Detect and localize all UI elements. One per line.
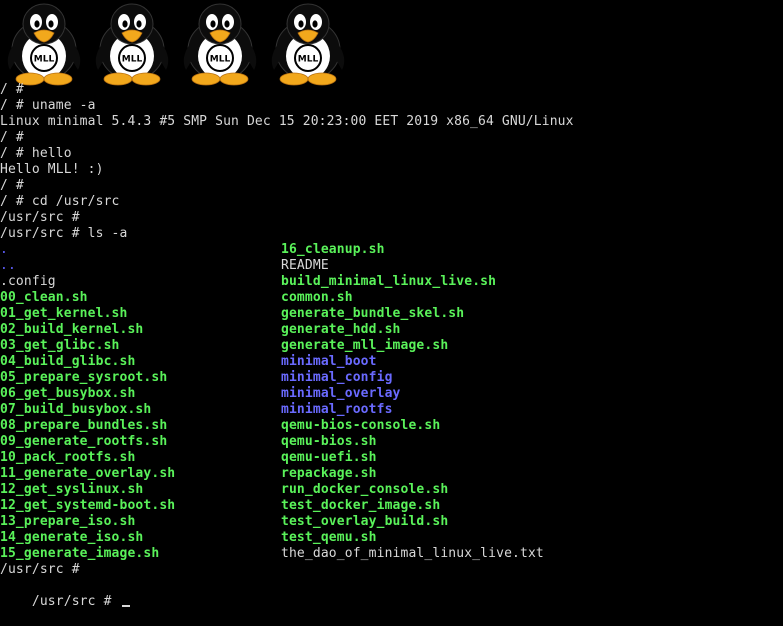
terminal-line: / # — [0, 178, 24, 193]
executable-entry: 11_generate_overlay.sh — [0, 466, 176, 481]
mll-badge-label: MLL — [122, 55, 143, 65]
listing-row: 02_build_kernel.sh generate_hdd.sh — [0, 322, 783, 338]
executable-entry: test_docker_image.sh — [281, 498, 441, 513]
terminal-line: / # — [0, 130, 24, 145]
listing-row: .config build_minimal_linux_live.sh — [0, 274, 783, 290]
executable-entry: qemu-bios-console.sh — [281, 418, 441, 433]
command-history: / # / # uname -a Linux minimal 5.4.3 #5 SM… — [0, 82, 783, 242]
executable-entry: common.sh — [281, 290, 353, 305]
executable-entry: qemu-uefi.sh — [281, 450, 377, 465]
tux-penguin-icon: MLL — [264, 0, 352, 86]
listing-row: 11_generate_overlay.sh repackage.sh — [0, 466, 783, 482]
listing-row: 13_prepare_iso.sh test_overlay_build.sh — [0, 514, 783, 530]
listing-row: 00_clean.sh common.sh — [0, 290, 783, 306]
executable-entry: 01_get_kernel.sh — [0, 306, 128, 321]
executable-entry: 08_prepare_bundles.sh — [0, 418, 168, 433]
terminal-line: / # — [0, 82, 24, 97]
terminal-line: Linux minimal 5.4.3 #5 SMP Sun Dec 15 20… — [0, 114, 574, 129]
listing-row: 04_build_glibc.sh minimal_boot — [0, 354, 783, 370]
terminal-line: / # cd /usr/src — [0, 194, 120, 209]
post-listing-output: /usr/src # — [0, 562, 783, 578]
executable-entry: generate_bundle_skel.sh — [281, 306, 465, 321]
listing-row: 08_prepare_bundles.sh qemu-bios-console.s… — [0, 418, 783, 434]
listing-row: 14_generate_iso.sh test_qemu.sh — [0, 530, 783, 546]
boot-logo-row: MLL MLL MLL MLL — [0, 0, 783, 86]
executable-entry: qemu-bios.sh — [281, 434, 377, 449]
listing-row: 03_get_glibc.sh generate_mll_image.sh — [0, 338, 783, 354]
executable-entry: 06_get_busybox.sh — [0, 386, 136, 401]
file-entry: the_dao_of_minimal_linux_live.txt — [281, 546, 544, 561]
directory-listing: . 16_cleanup.sh.. README .config build_minim… — [0, 242, 783, 562]
directory-entry: minimal_overlay — [281, 386, 401, 401]
directory-entry: minimal_boot — [281, 354, 377, 369]
executable-entry: 00_clean.sh — [0, 290, 88, 305]
executable-entry: 05_prepare_sysroot.sh — [0, 370, 168, 385]
executable-entry: repackage.sh — [281, 466, 377, 481]
executable-entry: 02_build_kernel.sh — [0, 322, 144, 337]
executable-entry: generate_hdd.sh — [281, 322, 401, 337]
mll-badge-label: MLL — [210, 55, 231, 65]
executable-entry: 07_build_busybox.sh — [0, 402, 152, 417]
executable-entry: 15_generate_image.sh — [0, 546, 160, 561]
executable-entry: 12_get_systemd-boot.sh — [0, 498, 176, 513]
executable-entry: 16_cleanup.sh — [281, 242, 385, 257]
listing-row: . 16_cleanup.sh — [0, 242, 783, 258]
directory-entry: .. — [0, 258, 16, 273]
prompt-line[interactable]: /usr/src # — [0, 578, 783, 609]
executable-entry: generate_mll_image.sh — [281, 338, 449, 353]
directory-entry: minimal_rootfs — [281, 402, 393, 417]
executable-entry: 12_get_syslinux.sh — [0, 482, 144, 497]
terminal-output: / # / # uname -a Linux minimal 5.4.3 #5 SM… — [0, 82, 783, 609]
listing-row: 07_build_busybox.sh minimal_rootfs — [0, 402, 783, 418]
terminal-line: /usr/src # — [0, 562, 80, 577]
listing-row: 09_generate_rootfs.sh qemu-bios.sh — [0, 434, 783, 450]
listing-row: 05_prepare_sysroot.sh minimal_config — [0, 370, 783, 386]
terminal-line: Hello MLL! :) — [0, 162, 104, 177]
listing-row: 10_pack_rootfs.sh qemu-uefi.sh — [0, 450, 783, 466]
listing-row: 06_get_busybox.sh minimal_overlay — [0, 386, 783, 402]
executable-entry: 04_build_glibc.sh — [0, 354, 136, 369]
executable-entry: test_qemu.sh — [281, 530, 377, 545]
listing-row: .. README — [0, 258, 783, 274]
tux-penguin-icon: MLL — [176, 0, 264, 86]
listing-row: 12_get_systemd-boot.sh test_docker_image.… — [0, 498, 783, 514]
executable-entry: 14_generate_iso.sh — [0, 530, 144, 545]
tux-penguin-icon: MLL — [88, 0, 176, 86]
executable-entry: 03_get_glibc.sh — [0, 338, 120, 353]
listing-row: 01_get_kernel.sh generate_bundle_skel.sh — [0, 306, 783, 322]
executable-entry: 10_pack_rootfs.sh — [0, 450, 136, 465]
tux-penguin-icon: MLL — [0, 0, 88, 86]
listing-row: 12_get_syslinux.sh run_docker_console.sh — [0, 482, 783, 498]
text-cursor — [121, 605, 130, 607]
terminal-line: / # uname -a — [0, 98, 96, 113]
executable-entry: 09_generate_rootfs.sh — [0, 434, 168, 449]
executable-entry: test_overlay_build.sh — [281, 514, 449, 529]
executable-entry: build_minimal_linux_live.sh — [281, 274, 497, 289]
terminal-line: /usr/src # ls -a — [0, 226, 128, 241]
directory-entry: minimal_config — [281, 370, 393, 385]
file-entry: README — [281, 258, 329, 273]
executable-entry: run_docker_console.sh — [281, 482, 449, 497]
mll-badge-label: MLL — [34, 55, 55, 65]
terminal-line: /usr/src # — [0, 210, 80, 225]
file-entry: .config — [0, 274, 56, 289]
terminal-line: / # hello — [0, 146, 72, 161]
listing-row: 15_generate_image.sh the_dao_of_minimal_l… — [0, 546, 783, 562]
executable-entry: 13_prepare_iso.sh — [0, 514, 136, 529]
directory-entry: . — [0, 242, 8, 257]
mll-badge-label: MLL — [298, 55, 319, 65]
